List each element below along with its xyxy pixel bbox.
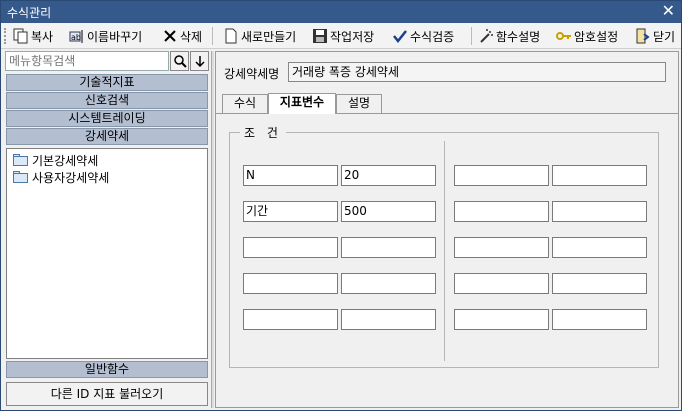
rename-icon: ab: [69, 28, 85, 44]
condition-value-3[interactable]: [341, 237, 436, 258]
function-help-label: 함수설명: [496, 29, 541, 44]
tree-item-label: 기본강세약세: [32, 153, 99, 168]
condition-name-6[interactable]: [454, 165, 549, 186]
search-button[interactable]: [170, 51, 189, 71]
close-icon[interactable]: ✕: [662, 2, 675, 20]
category-tree: 기본강세약세 사용자강세약세: [6, 148, 208, 359]
category-general-functions[interactable]: 일반함수: [6, 361, 208, 378]
open-folder-icon: [13, 171, 29, 183]
toolbar-separator: [212, 27, 213, 45]
search-next-button[interactable]: [190, 51, 209, 71]
formula-manager-window: 수식관리 ✕ 복사 ab 이름바꾸기 삭제 새로만들기 작업저장 수식검증 함수…: [0, 0, 682, 411]
left-pane: 기술적지표 신호검색 시스템트레이딩 강세약세 기본강세약세 사용자강세약세 일…: [5, 51, 210, 408]
copy-icon: [13, 28, 29, 44]
condition-value-2[interactable]: 500: [341, 201, 436, 222]
category-signal-search[interactable]: 신호검색: [6, 92, 208, 109]
new-document-icon: [223, 28, 239, 44]
condition-name-1[interactable]: N: [243, 165, 338, 186]
tree-item-label: 사용자강세약세: [32, 170, 110, 185]
tree-item-basic[interactable]: 기본강세약세: [13, 152, 98, 168]
load-other-id-button[interactable]: 다른 ID 지표 불러오기: [6, 382, 208, 406]
tab-indicator-variables[interactable]: 지표변수: [268, 93, 336, 114]
condition-value-6[interactable]: [552, 165, 647, 186]
function-help-button[interactable]: 함수설명: [478, 26, 540, 46]
exit-icon: [635, 28, 651, 44]
save-label: 작업저장: [330, 29, 375, 44]
new-button[interactable]: 새로만들기: [223, 26, 296, 46]
new-label: 새로만들기: [241, 29, 297, 44]
name-field[interactable]: 거래량 폭증 강세약세: [288, 62, 666, 82]
toolbar-grip[interactable]: [4, 28, 7, 44]
tree-item-user[interactable]: 사용자강세약세: [13, 169, 109, 185]
condition-value-9[interactable]: [552, 273, 647, 294]
condition-name-8[interactable]: [454, 237, 549, 258]
search-icon: [173, 55, 187, 68]
window-title: 수식관리: [7, 6, 52, 20]
condition-value-8[interactable]: [552, 237, 647, 258]
menu-search[interactable]: [5, 51, 169, 71]
password-label: 암호설정: [574, 29, 619, 44]
condition-value-10[interactable]: [552, 309, 647, 330]
condition-value-1[interactable]: 20: [341, 165, 436, 186]
password-button[interactable]: 암호설정: [556, 26, 618, 46]
conditions-label: 조 건: [240, 124, 286, 141]
category-technical-indicators[interactable]: 기술적지표: [6, 74, 208, 91]
condition-value-7[interactable]: [552, 201, 647, 222]
folder-icon: [13, 154, 29, 166]
conditions-group: 조 건 N 20 기간 500: [229, 124, 659, 368]
condition-name-4[interactable]: [243, 273, 338, 294]
svg-text:ab: ab: [71, 33, 81, 42]
close-label: 닫기: [653, 29, 676, 44]
save-disk-icon: [312, 28, 328, 44]
right-pane: 강세약세명 거래량 폭증 강세약세 수식 지표변수 설명 조 건 N 20 기간…: [215, 51, 679, 408]
arrow-down-icon: [194, 56, 205, 68]
close-button[interactable]: 닫기: [635, 26, 675, 46]
name-label: 강세약세명: [224, 67, 280, 81]
validate-button[interactable]: 수식검증: [392, 26, 454, 46]
title-bar[interactable]: 수식관리 ✕: [1, 1, 681, 23]
pane-splitter[interactable]: [211, 51, 214, 408]
condition-name-7[interactable]: [454, 201, 549, 222]
tab-formula[interactable]: 수식: [222, 94, 268, 113]
delete-button[interactable]: 삭제: [162, 26, 202, 46]
condition-name-5[interactable]: [243, 309, 338, 330]
magic-wand-icon: [478, 28, 494, 44]
checkmark-icon: [392, 28, 408, 44]
tab-description[interactable]: 설명: [336, 94, 382, 113]
group-divider: [444, 141, 445, 361]
rename-label: 이름바꾸기: [87, 29, 143, 44]
save-button[interactable]: 작업저장: [312, 26, 374, 46]
copy-label: 복사: [31, 29, 54, 44]
condition-name-10[interactable]: [454, 309, 549, 330]
copy-button[interactable]: 복사: [13, 26, 53, 46]
condition-name-2[interactable]: 기간: [243, 201, 338, 222]
delete-label: 삭제: [180, 29, 203, 44]
menu-search-input[interactable]: [6, 52, 168, 70]
condition-name-9[interactable]: [454, 273, 549, 294]
condition-value-5[interactable]: [341, 309, 436, 330]
rename-button[interactable]: ab 이름바꾸기: [69, 26, 142, 46]
condition-name-3[interactable]: [243, 237, 338, 258]
toolbar-separator: [471, 27, 472, 45]
validate-label: 수식검증: [410, 29, 455, 44]
category-strength-weakness[interactable]: 강세약세: [6, 128, 208, 145]
key-icon: [556, 28, 572, 44]
delete-icon: [162, 28, 178, 44]
toolbar: 복사 ab 이름바꾸기 삭제 새로만들기 작업저장 수식검증 함수설명 암호설정…: [1, 23, 681, 49]
condition-value-4[interactable]: [341, 273, 436, 294]
category-system-trading[interactable]: 시스템트레이딩: [6, 110, 208, 127]
